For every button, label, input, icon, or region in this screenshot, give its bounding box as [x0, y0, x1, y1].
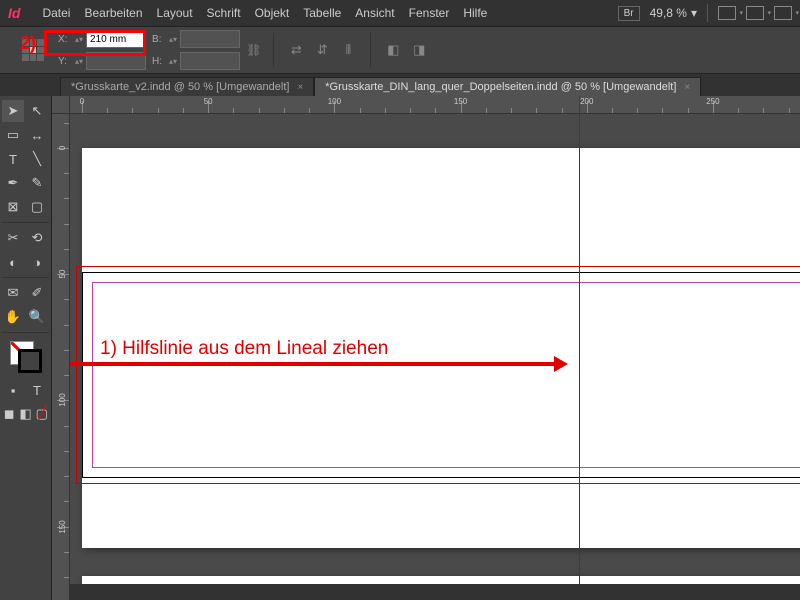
zoom-level[interactable]: 49,8 % ▾ — [650, 6, 697, 20]
annotation-step-1-text: 1) Hilfslinie aus dem Lineal ziehen — [100, 338, 388, 360]
pen-tool[interactable]: ✒ — [2, 172, 24, 194]
selection-tool[interactable]: ➤ — [2, 100, 24, 122]
rectangle-frame-tool[interactable]: ⊠ — [2, 196, 24, 218]
stepper-icon[interactable]: ▴▾ — [169, 35, 177, 44]
tab-doc-1[interactable]: *Grusskarte_v2.indd @ 50 % [Umgewandelt]… — [60, 77, 314, 96]
vertical-guide[interactable] — [579, 96, 580, 600]
zoom-tool[interactable]: 🔍 — [26, 306, 48, 328]
menu-tabelle[interactable]: Tabelle — [303, 6, 341, 20]
menu-datei[interactable]: Datei — [42, 6, 70, 20]
y-input[interactable] — [86, 52, 146, 70]
scissors-tool[interactable]: ✂ — [2, 227, 24, 249]
bridge-badge[interactable]: Br — [618, 6, 640, 21]
ruler-origin[interactable] — [52, 96, 70, 114]
height-input[interactable] — [180, 52, 240, 70]
menu-hilfe[interactable]: Hilfe — [463, 6, 487, 20]
tab-label: *Grusskarte_DIN_lang_quer_Doppelseiten.i… — [325, 81, 676, 93]
eyedropper-tool[interactable]: ✐ — [26, 282, 48, 304]
menu-fenster[interactable]: Fenster — [409, 6, 450, 20]
menu-objekt[interactable]: Objekt — [255, 6, 290, 20]
screen-mode-icon[interactable] — [746, 6, 764, 20]
stepper-icon[interactable]: ▴▾ — [75, 35, 83, 44]
tab-doc-2[interactable]: *Grusskarte_DIN_lang_quer_Doppelseiten.i… — [314, 77, 701, 96]
apply-none-icon[interactable]: ▢╱ — [35, 403, 49, 425]
menu-bearbeiten[interactable]: Bearbeiten — [84, 6, 142, 20]
fill-stroke-swatch[interactable] — [10, 341, 42, 373]
note-tool[interactable]: ✉ — [2, 282, 24, 304]
x-input[interactable] — [86, 30, 146, 48]
hand-tool[interactable]: ✋ — [2, 306, 24, 328]
annotation-step-2: 2) — [20, 33, 36, 54]
vertical-ruler[interactable]: 050100150200250 — [52, 114, 70, 600]
x-label: X: — [58, 34, 72, 45]
pencil-tool[interactable]: ✎ — [26, 172, 48, 194]
control-bar: 2) X: ▴▾ Y: ▴▾ B: ▴▾ H: ▴▾ ⛓ ⇄ ⇵ ⫴ ◧ ◨ — [0, 26, 800, 74]
menu-bar: Id Datei Bearbeiten Layout Schrift Objek… — [0, 0, 800, 26]
toolbox: ➤ ↖ ▭ ↔ T ╲ ✒ ✎ ⊠ ▢ ✂ ⟲ ◐ ◑ ✉ — [0, 96, 52, 600]
line-tool[interactable]: ╲ — [26, 148, 48, 170]
h-label: H: — [152, 56, 166, 67]
close-icon[interactable]: × — [297, 82, 303, 93]
link-wh-icon[interactable]: ⛓ — [246, 43, 261, 57]
apply-gradient-icon[interactable]: ◧ — [18, 403, 32, 425]
free-transform-tool[interactable]: ⟲ — [26, 227, 48, 249]
horizontal-ruler[interactable]: 050100150200250300350400 — [70, 96, 800, 114]
canvas-bottom-bar — [70, 584, 800, 600]
work-area: ➤ ↖ ▭ ↔ T ╲ ✒ ✎ ⊠ ▢ ✂ ⟲ ◐ ◑ ✉ — [0, 96, 800, 600]
direct-selection-tool[interactable]: ↖ — [26, 100, 48, 122]
app-logo: Id — [8, 5, 20, 21]
stepper-icon[interactable]: ▴▾ — [169, 57, 177, 66]
gradient-feather-tool[interactable]: ◑ — [26, 251, 48, 273]
apply-fill-icon[interactable]: ◼ — [2, 403, 16, 425]
arrange-icon[interactable] — [774, 6, 792, 20]
stepper-icon[interactable]: ▴▾ — [75, 57, 83, 66]
flip-h-icon[interactable]: ⇄ — [286, 41, 306, 59]
document-tabs: *Grusskarte_v2.indd @ 50 % [Umgewandelt]… — [0, 74, 800, 96]
menu-schrift[interactable]: Schrift — [207, 6, 241, 20]
gap-tool[interactable]: ↔ — [26, 124, 48, 146]
gradient-swatch-tool[interactable]: ◐ — [2, 251, 24, 273]
select-content-icon[interactable]: ◨ — [409, 41, 429, 59]
page-tool[interactable]: ▭ — [2, 124, 24, 146]
canvas[interactable]: 050100150200250300350400 050100150200250… — [52, 96, 800, 600]
flip-v-icon[interactable]: ⇵ — [312, 41, 332, 59]
rectangle-tool[interactable]: ▢ — [26, 196, 48, 218]
annotation-arrow — [70, 362, 564, 366]
distribute-icon[interactable]: ⫴ — [338, 41, 358, 59]
menu-ansicht[interactable]: Ansicht — [355, 6, 394, 20]
stroke-swatch[interactable] — [18, 349, 42, 373]
type-tool[interactable]: T — [2, 148, 24, 170]
apply-text-icon[interactable]: T — [26, 379, 48, 401]
close-icon[interactable]: × — [684, 82, 690, 93]
width-input[interactable] — [180, 30, 240, 48]
menu-layout[interactable]: Layout — [157, 6, 193, 20]
tab-label: *Grusskarte_v2.indd @ 50 % [Umgewandelt] — [71, 81, 289, 93]
y-label: Y: — [58, 56, 72, 67]
select-container-icon[interactable]: ◧ — [383, 41, 403, 59]
apply-color-icon[interactable]: ▪ — [2, 379, 24, 401]
b-label: B: — [152, 34, 166, 45]
view-options-icon[interactable] — [718, 6, 736, 20]
